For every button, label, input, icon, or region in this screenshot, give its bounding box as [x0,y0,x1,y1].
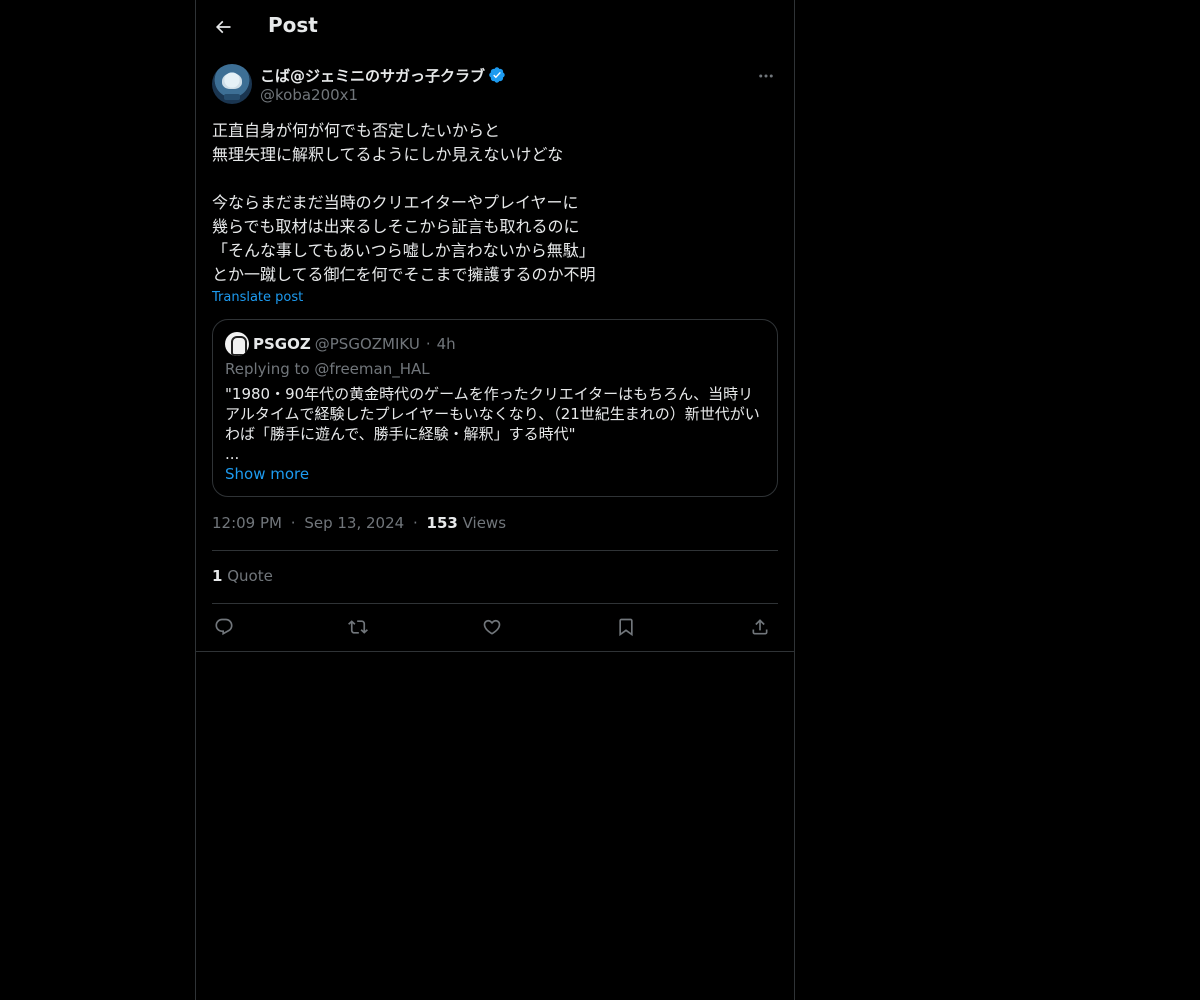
quoted-avatar [225,332,249,356]
action-bar [212,613,778,641]
page-title: Post [268,13,318,37]
arrow-left-icon [213,17,233,37]
author-handle[interactable]: @koba200x1 [260,86,358,104]
quote-count: 1 [212,567,223,585]
main-column: Post こば@ジェミニのサガっ子クラブ @koba200x1 正直自身が何が何… [195,0,795,1000]
repost-icon [348,617,368,637]
quoted-handle: @PSGOZMIKU [314,335,420,353]
post-meta: 12:09 PM · Sep 13, 2024 · 153 Views [212,514,506,532]
verified-badge-icon [488,66,506,84]
quote-count-link[interactable]: 1 Quote [212,567,273,585]
avatar[interactable] [212,64,252,104]
repost-button[interactable] [343,613,373,641]
post-date[interactable]: Sep 13, 2024 [304,514,404,532]
quoted-timestamp: 4h [436,335,456,353]
post-header: Post [196,0,794,53]
more-horizontal-icon [757,67,775,85]
quoted-text: "1980・90年代の黄金時代のゲームを作ったクリエイターはもちろん、当時リアル… [225,385,760,463]
quoted-post[interactable]: PSGOZ @PSGOZMIKU · 4h Replying to @freem… [212,319,778,497]
views-count: 153 [426,514,458,532]
like-button[interactable] [477,613,507,641]
bookmark-button[interactable] [611,613,641,641]
separator-dot: · [412,514,418,532]
post-author: こば@ジェミニのサガっ子クラブ @koba200x1 [212,64,778,108]
quoted-display-name: PSGOZ [253,335,311,353]
heart-icon [482,617,502,637]
divider [212,550,778,551]
show-more-link[interactable]: Show more [225,465,309,483]
quoted-post-header: PSGOZ @PSGOZMIKU · 4h [225,332,456,356]
divider [196,651,794,652]
bookmark-icon [616,617,636,637]
share-button[interactable] [745,613,775,641]
views-label: Views [462,514,507,532]
separator-dot: · [290,514,296,532]
replying-to: Replying to @freeman_HAL [225,360,430,378]
reply-icon [214,617,234,637]
reply-button[interactable] [209,613,239,641]
separator-dot: · [425,335,431,353]
quote-label: Quote [227,567,273,585]
post-text: 正直自身が何が何でも否定したいからと 無理矢理に解釈してるようにしか見えないけど… [212,121,596,284]
back-button[interactable] [207,11,239,43]
post-time[interactable]: 12:09 PM [212,514,282,532]
more-options-button[interactable] [754,64,778,88]
author-display-name[interactable]: こば@ジェミニのサガっ子クラブ [260,65,485,86]
divider [212,603,778,604]
share-icon [750,617,770,637]
translate-post-link[interactable]: Translate post [212,290,303,305]
